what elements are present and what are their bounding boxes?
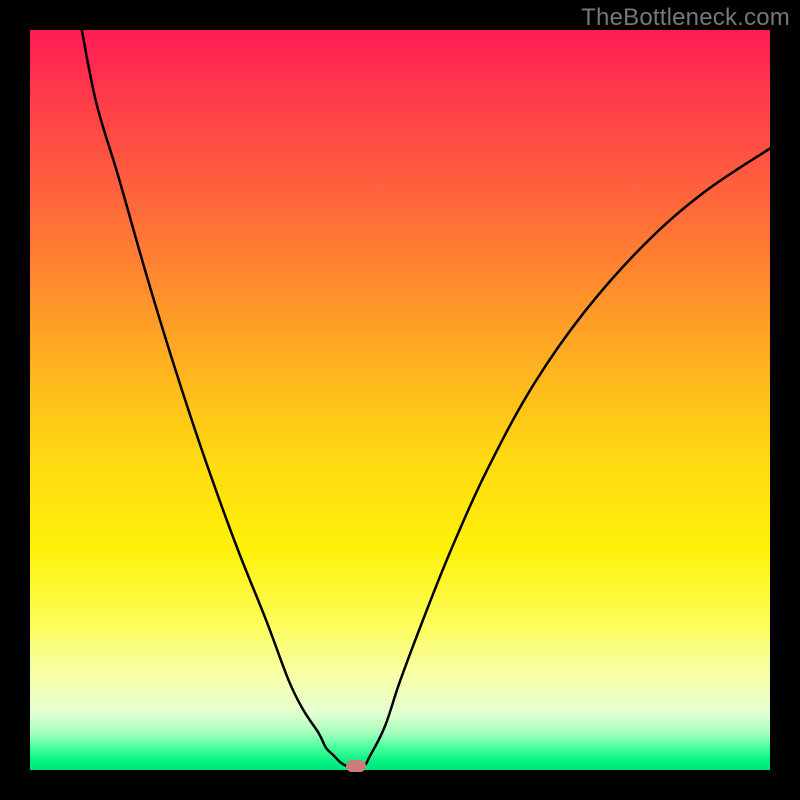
optimal-marker xyxy=(346,760,366,772)
outer-frame: TheBottleneck.com xyxy=(0,0,800,800)
watermark-text: TheBottleneck.com xyxy=(581,4,790,32)
bottleneck-curve xyxy=(30,30,770,770)
